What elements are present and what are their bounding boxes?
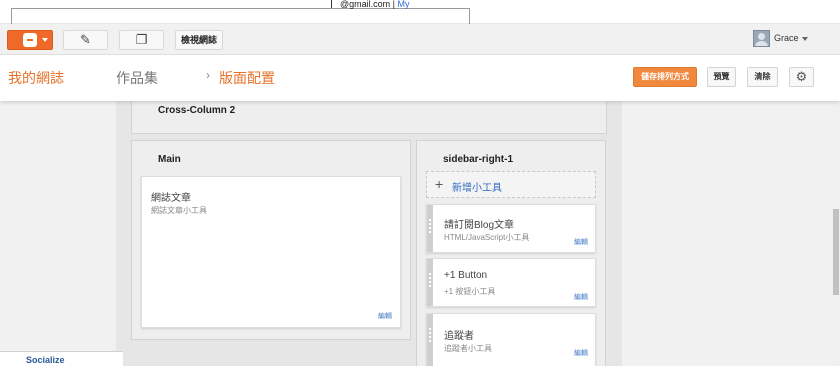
widget-subtitle: +1 按鈕小工具 (444, 287, 496, 296)
section-title-main: Main (158, 154, 181, 165)
breadcrumb: 我的網誌 作品集 › 版面配置 (8, 68, 275, 88)
edit-link[interactable]: 編輯 (574, 292, 588, 302)
vertical-scrollbar[interactable] (832, 101, 840, 366)
chevron-down-icon (42, 38, 48, 42)
breadcrumb-my-blogs[interactable]: 我的網誌 (8, 70, 64, 86)
save-arrangement-button[interactable]: 儲存排列方式 (633, 67, 697, 87)
section-title-sidebar: sidebar-right-1 (443, 154, 514, 165)
widget-title: 請訂閱Blog文章 (444, 220, 515, 231)
scrollbar-thumb[interactable] (833, 209, 839, 295)
preview-button[interactable]: 預覽 (707, 67, 736, 87)
widget-title: +1 Button (444, 270, 488, 281)
edit-link[interactable]: 編輯 (574, 348, 588, 358)
sidebar-widget[interactable]: +1 Button +1 按鈕小工具 編輯 (426, 258, 596, 307)
new-post-button[interactable]: ✎ (63, 30, 108, 50)
breadcrumb-separator: › (206, 68, 210, 82)
sidebar-widget[interactable]: 追蹤者 追蹤者小工具 編輯 (426, 313, 596, 366)
pencil-icon: ✎ (80, 32, 91, 47)
chevron-down-icon (802, 37, 808, 41)
socialize-label: Socialize (26, 355, 65, 365)
cross-column-section: Cross-Column 2 (131, 100, 607, 134)
clear-button[interactable]: 清除 (747, 67, 778, 87)
account-info: @gmail.com | My (340, 0, 410, 9)
blogger-toolbar: ✎ ❐ 檢視網誌 Grace (0, 24, 840, 55)
page-title: 版面配置 (219, 70, 275, 86)
sidebar-widget[interactable]: 請訂閱Blog文章 HTML/JavaScript小工具 編輯 (426, 204, 596, 253)
account-separator: | (392, 0, 396, 9)
settings-button[interactable]: ⚙ (789, 67, 814, 87)
my-account-link[interactable]: My (398, 0, 410, 9)
blog-posts-widget[interactable]: 網誌文章 網誌文章小工具 編輯 (141, 176, 401, 328)
add-gadget-label: 新增小工具 (452, 183, 502, 194)
page-header: 我的網誌 作品集 › 版面配置 儲存排列方式 預覽 清除 ⚙ (0, 55, 840, 101)
browser-top-strip: @gmail.com | My (0, 0, 840, 24)
posts-list-button[interactable]: ❐ (119, 30, 164, 50)
drag-handle-icon[interactable] (427, 259, 433, 306)
pages-icon: ❐ (135, 32, 148, 47)
socialize-tab[interactable]: Socialize (0, 351, 123, 366)
breadcrumb-blog-name[interactable]: 作品集 (116, 68, 158, 88)
frame-tick (331, 0, 332, 8)
outlined-frame (11, 8, 470, 24)
widget-subtitle: 追蹤者小工具 (444, 344, 492, 353)
widget-title: 追蹤者 (444, 331, 474, 342)
widget-subtitle: HTML/JavaScript小工具 (444, 233, 530, 242)
add-gadget-button[interactable]: + 新增小工具 (426, 171, 596, 198)
view-blog-button[interactable]: 檢視網誌 (175, 30, 223, 50)
avatar (753, 30, 770, 47)
gear-icon: ⚙ (795, 69, 808, 84)
user-name: Grace (774, 33, 799, 43)
drag-handle-icon[interactable] (427, 314, 433, 366)
blogger-menu-button[interactable] (7, 30, 53, 50)
section-title-cross-column: Cross-Column 2 (158, 105, 236, 116)
blogger-logo-icon (23, 33, 37, 47)
account-email: @gmail.com (340, 0, 391, 9)
drag-handle-icon[interactable] (427, 205, 433, 252)
edit-link[interactable]: 編輯 (574, 237, 588, 247)
widget-subtitle: 網誌文章小工具 (151, 206, 207, 215)
widget-title: 網誌文章 (151, 193, 191, 204)
edit-link[interactable]: 編輯 (378, 311, 392, 321)
plus-icon: + (435, 176, 444, 192)
